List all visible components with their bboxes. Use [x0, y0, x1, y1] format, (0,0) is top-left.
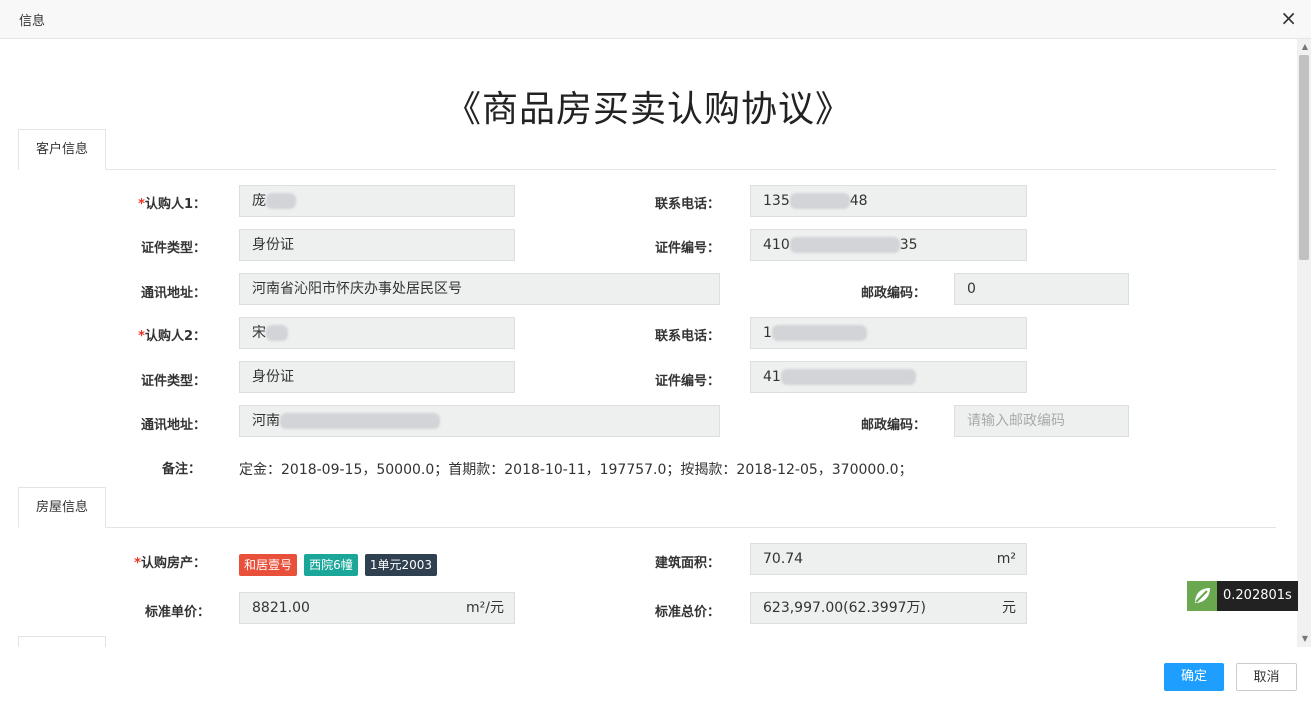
zip2-field[interactable]: 请输入邮政编码 — [954, 405, 1129, 437]
zip2-label: 邮政编码： — [860, 418, 926, 433]
total-price-unit: 元 — [1002, 600, 1016, 616]
required-mark: * — [138, 329, 145, 344]
phone2-field[interactable]: 1 — [750, 317, 1027, 349]
remark-text: 定金：2018-09-15，50000.0；首期款：2018-10-11，197… — [239, 462, 913, 478]
phone1-label: 联系电话： — [654, 197, 720, 212]
tab-divider — [18, 527, 1276, 528]
masked-text — [789, 193, 850, 209]
buyer2-label: *认购人2： — [138, 329, 206, 344]
tab-customer-info[interactable]: 客户信息 — [18, 129, 106, 170]
scroll-down-arrow-icon[interactable]: ▼ — [1302, 634, 1308, 643]
addr1-label: 通讯地址： — [140, 286, 206, 301]
idno2-label: 证件编号： — [654, 374, 720, 389]
masked-text — [789, 237, 900, 253]
unit-price-unit: m²/元 — [466, 600, 504, 616]
property-tag-building[interactable]: 西院6幢 — [304, 554, 358, 576]
area-unit: m² — [996, 551, 1016, 567]
scroll-up-arrow-icon[interactable]: ▲ — [1302, 42, 1308, 51]
total-price-field[interactable]: 623,997.00(62.3997万) 元 — [750, 592, 1027, 624]
dialog-title: 信息 — [19, 14, 46, 29]
idno1-label: 证件编号： — [654, 241, 720, 256]
remark-label: 备注： — [161, 462, 201, 477]
masked-text — [266, 193, 296, 209]
phone1-field[interactable]: 135 48 — [750, 185, 1027, 217]
idno2-field[interactable]: 41 — [750, 361, 1027, 393]
required-mark: * — [134, 556, 141, 571]
unit-price-field[interactable]: 8821.00 m²/元 — [239, 592, 515, 624]
required-mark: * — [138, 197, 145, 212]
close-icon[interactable]: × — [1280, 6, 1297, 30]
scrollbar-thumb[interactable] — [1299, 55, 1309, 260]
total-price-label: 标准总价： — [654, 605, 720, 620]
tab-house-info[interactable]: 房屋信息 — [18, 487, 106, 528]
area-label: 建筑面积： — [654, 556, 720, 571]
masked-text — [266, 325, 288, 341]
buyer1-field[interactable]: 庞 — [239, 185, 515, 217]
idtype1-field[interactable]: 身份证 — [239, 229, 515, 261]
addr1-field[interactable]: 河南省沁阳市怀庆办事处居民区号 — [239, 273, 720, 305]
phone2-label: 联系电话： — [654, 329, 720, 344]
property-tags: 和居壹号 西院6幢 1单元2003 — [239, 554, 439, 576]
addr2-field[interactable]: 河南 — [239, 405, 720, 437]
tab-next-section[interactable] — [18, 636, 106, 647]
buyer2-field[interactable]: 宋 — [239, 317, 515, 349]
timer-value: 0.202801s — [1217, 581, 1298, 611]
zip1-field[interactable]: 0 — [954, 273, 1129, 305]
masked-text — [771, 325, 867, 341]
zip1-label: 邮政编码： — [860, 286, 926, 301]
idtype2-label: 证件类型： — [140, 374, 206, 389]
masked-text — [780, 369, 916, 385]
zip2-placeholder: 请输入邮政编码 — [967, 413, 1065, 429]
idtype1-label: 证件类型： — [140, 241, 206, 256]
property-label: *认购房产： — [134, 556, 206, 571]
idtype2-field[interactable]: 身份证 — [239, 361, 515, 393]
buyer1-label: *认购人1： — [138, 197, 206, 212]
dialog-titlebar: 信息 × — [0, 0, 1311, 39]
idno1-field[interactable]: 410 35 — [750, 229, 1027, 261]
tab-divider — [18, 169, 1276, 170]
dialog-content: 《商品房买卖认购协议》 客户信息 *认购人1： 庞 联系电话： 135 48 证件… — [0, 39, 1297, 647]
masked-text — [280, 413, 440, 429]
timer-badge: 0.202801s — [1187, 581, 1298, 611]
document-title: 《商品房买卖认购协议》 — [444, 89, 852, 130]
cancel-button[interactable]: 取消 — [1236, 663, 1297, 691]
ok-button[interactable]: 确定 — [1164, 663, 1224, 691]
property-tag-project[interactable]: 和居壹号 — [239, 554, 298, 576]
property-tag-unit[interactable]: 1单元2003 — [364, 554, 438, 576]
leaf-logo-icon — [1187, 581, 1217, 611]
area-field[interactable]: 70.74 m² — [750, 543, 1027, 575]
unit-price-label: 标准单价： — [144, 605, 210, 620]
addr2-label: 通讯地址： — [140, 418, 206, 433]
